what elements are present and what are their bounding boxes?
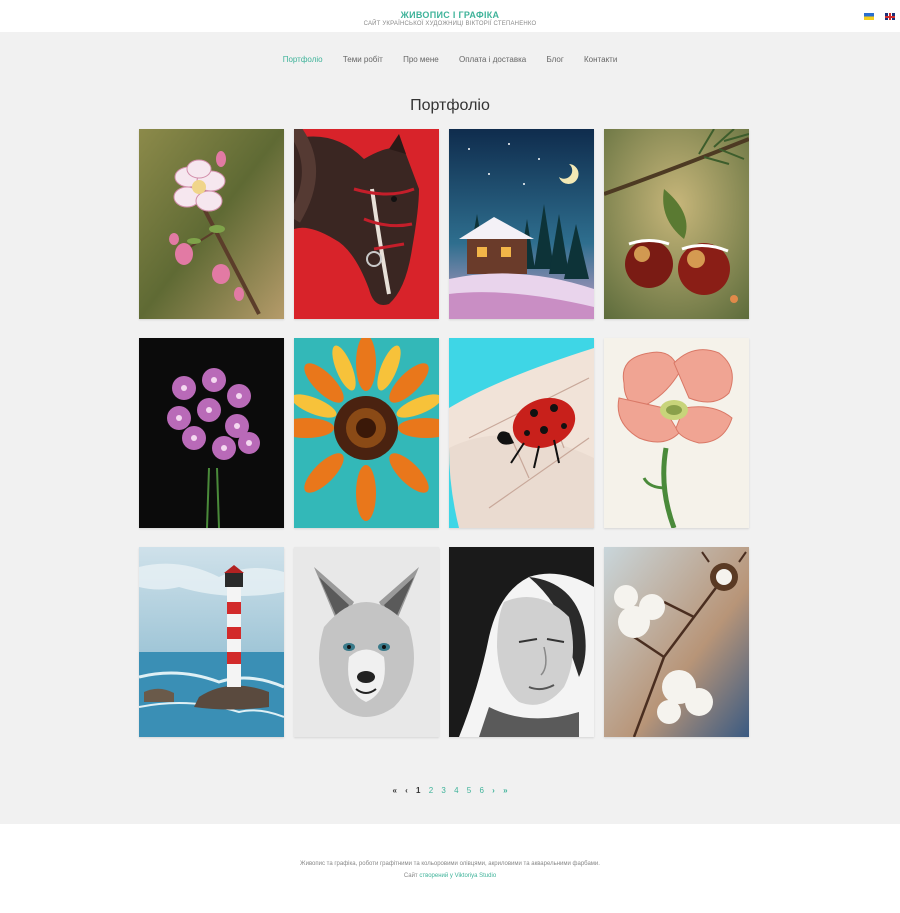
header-bar: ЖИВОПИС І ГРАФІКА САЙТ УКРАЇНСЬКОЇ ХУДОЖ… (0, 0, 900, 32)
artwork-sunflower[interactable] (294, 338, 439, 528)
artwork-phlox-flowers[interactable] (139, 338, 284, 528)
artwork-horse[interactable] (294, 129, 439, 319)
footer: Живопис та графіка, роботи графітними та… (0, 824, 900, 913)
page-3[interactable]: 3 (441, 786, 445, 795)
footer-description: Живопис та графіка, роботи графітними та… (300, 861, 600, 867)
page-6[interactable]: 6 (479, 786, 483, 795)
site-title[interactable]: ЖИВОПИС І ГРАФІКА (0, 10, 900, 20)
site-subtitle: САЙТ УКРАЇНСЬКОЇ ХУДОЖНИЦІ ВІКТОРІЇ СТЕП… (363, 21, 537, 27)
page-1[interactable]: 1 (416, 786, 420, 795)
last-page-button[interactable]: » (503, 786, 507, 795)
artwork-portrait[interactable] (449, 547, 594, 737)
footer-studio-link[interactable]: створений у Viktoriya Studio (419, 873, 496, 879)
nav-about[interactable]: Про мене (403, 55, 439, 64)
artwork-ladybug[interactable] (449, 338, 594, 528)
first-page-button[interactable]: « (392, 786, 396, 795)
footer-credit: Сайт створений у Viktoriya Studio (0, 873, 900, 879)
pagination: « ‹ 1 2 3 4 5 6 › » (0, 786, 900, 795)
ukrainian-flag-icon[interactable] (864, 13, 874, 20)
prev-page-button[interactable]: ‹ (405, 786, 408, 795)
artwork-blossom-branch[interactable] (139, 129, 284, 319)
english-flag-icon[interactable] (885, 13, 895, 20)
artwork-christmas-ornaments[interactable] (604, 129, 749, 319)
page-title: Портфоліо (410, 97, 490, 114)
next-page-button[interactable]: › (492, 786, 495, 795)
nav-blog[interactable]: Блог (546, 55, 563, 64)
nav-payment-delivery[interactable]: Оплата і доставка (459, 55, 526, 64)
main-nav: Портфоліо Теми робіт Про мене Оплата і д… (0, 55, 900, 64)
artwork-cotton-branch[interactable] (604, 547, 749, 737)
artwork-poppy[interactable] (604, 338, 749, 528)
footer-credit-prefix: Сайт (403, 873, 420, 879)
nav-contacts[interactable]: Контакти (584, 55, 617, 64)
nav-topics[interactable]: Теми робіт (343, 55, 383, 64)
artwork-lighthouse[interactable] (139, 547, 284, 737)
page-5[interactable]: 5 (467, 786, 471, 795)
artwork-wolf-pup[interactable] (294, 547, 439, 737)
page-4[interactable]: 4 (454, 786, 458, 795)
artwork-winter-cabin[interactable] (449, 129, 594, 319)
nav-portfolio[interactable]: Портфоліо (283, 55, 323, 64)
page-2[interactable]: 2 (429, 786, 433, 795)
